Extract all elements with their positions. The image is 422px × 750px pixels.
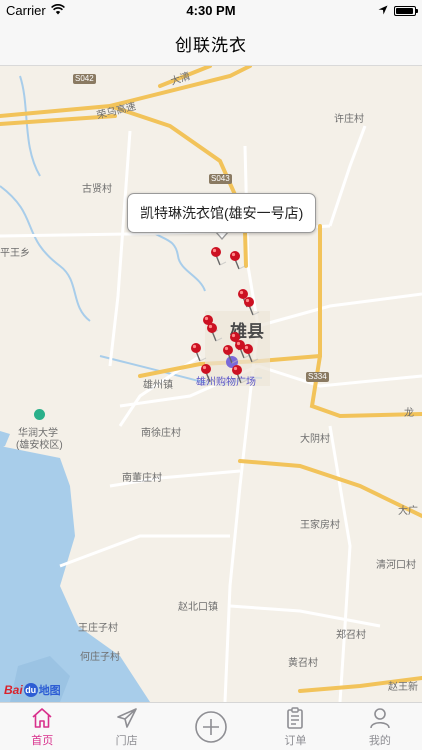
paper-plane-icon	[115, 707, 139, 729]
tab-bar: 首页 门店 订单 我的	[0, 702, 422, 750]
road-badge-s043: S043	[209, 174, 232, 184]
store-pin[interactable]	[190, 342, 212, 364]
tab-orders-label: 订单	[284, 735, 307, 747]
store-pin[interactable]	[243, 296, 265, 318]
page-title: 创联洗衣	[175, 36, 247, 55]
map-label-nandongzhuang: 南董庄村	[122, 473, 162, 484]
map-label-zhengzhao: 郑召村	[336, 630, 366, 641]
person-icon	[368, 707, 392, 729]
map-label-zhaobeikou: 赵北口镇	[178, 602, 218, 613]
home-icon	[30, 707, 54, 729]
nav-bar: 创联洗衣	[0, 22, 422, 66]
map-label-pingwang: 平王乡	[0, 248, 30, 259]
store-callout[interactable]: 凯特琳洗衣馆(雄安一号店)	[127, 193, 317, 233]
plus-circle-icon	[194, 710, 228, 744]
road-badge-s334: S334	[306, 372, 329, 382]
tab-add[interactable]	[169, 703, 253, 750]
map-label-wangjiafang: 王家房村	[300, 520, 340, 531]
map-label-nanxuzhuang: 南徐庄村	[141, 428, 181, 439]
university-icon	[34, 409, 45, 420]
store-pin[interactable]	[222, 344, 244, 366]
tab-home-label: 首页	[31, 735, 54, 747]
map-label-zhaowangxin: 赵王新	[388, 682, 418, 693]
store-pin[interactable]	[229, 250, 251, 272]
map-label-qinghekou: 清河口村	[376, 560, 416, 571]
map-label-wangzhuangzi: 王庄子村	[78, 623, 118, 634]
map-label-long: 龙	[404, 408, 414, 419]
map-view[interactable]: S042 大清 荣乌高速 许庄村 古贤村 S043 平王乡 雄县 雄州镇 雄州购…	[0, 66, 422, 702]
baidu-map-logo: Bai du 地图	[4, 683, 61, 697]
tab-profile-label: 我的	[368, 735, 391, 747]
map-label-huangzhao: 黄召村	[288, 658, 318, 669]
map-label-xiongzhou-town: 雄州镇	[143, 380, 173, 391]
tab-orders[interactable]: 订单	[253, 703, 337, 750]
status-time: 4:30 PM	[186, 3, 236, 18]
location-arrow-icon	[378, 3, 388, 18]
store-pin[interactable]	[231, 364, 253, 386]
store-pin[interactable]	[242, 343, 264, 365]
map-label-dayin: 大阴村	[300, 434, 330, 445]
status-bar: Carrier 4:30 PM	[0, 0, 422, 22]
tab-home[interactable]: 首页	[0, 703, 84, 750]
tab-stores[interactable]: 门店	[84, 703, 168, 750]
map-label-xuzhuang: 许庄村	[334, 114, 364, 125]
road-badge-s042: S042	[73, 74, 96, 84]
map-label-guxian: 古贤村	[82, 184, 112, 195]
map-label-da-guang: 大广	[398, 506, 418, 517]
battery-icon	[394, 5, 418, 16]
clipboard-icon	[283, 707, 307, 729]
map-label-hezhuangzi: 何庄子村	[80, 652, 120, 663]
store-pin[interactable]	[200, 363, 222, 385]
store-pin[interactable]	[206, 322, 228, 344]
map-label-xiongan-campus: (雄安校区)	[16, 440, 63, 451]
tab-profile[interactable]: 我的	[338, 703, 422, 750]
tab-stores-label: 门店	[115, 735, 138, 747]
